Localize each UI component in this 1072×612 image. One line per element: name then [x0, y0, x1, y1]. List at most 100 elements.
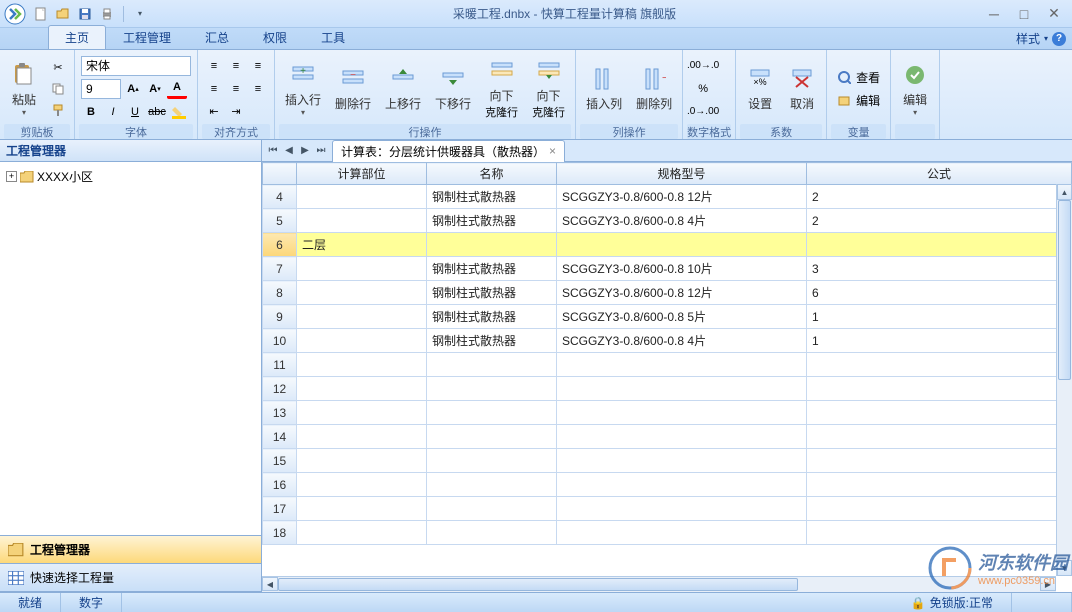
- table-row[interactable]: 13: [263, 401, 1072, 425]
- sheet-tab-active[interactable]: 计算表：分层统计供暖器具（散热器） ×: [332, 140, 565, 162]
- outdent-icon[interactable]: ⇤: [204, 102, 224, 122]
- cell-name[interactable]: [427, 497, 557, 521]
- table-row[interactable]: 18: [263, 521, 1072, 545]
- increase-decimal-icon[interactable]: .0→.00: [689, 102, 717, 122]
- print-icon[interactable]: [98, 5, 116, 23]
- cell-formula[interactable]: 2: [807, 185, 1072, 209]
- save-icon[interactable]: [76, 5, 94, 23]
- table-row[interactable]: 11: [263, 353, 1072, 377]
- vscroll-thumb[interactable]: [1058, 200, 1071, 380]
- row-number[interactable]: 8: [263, 281, 297, 305]
- insert-row-button[interactable]: +插入行▾: [279, 56, 327, 122]
- table-row[interactable]: 6二层: [263, 233, 1072, 257]
- var-view-button[interactable]: 查看: [833, 67, 884, 88]
- new-file-icon[interactable]: [32, 5, 50, 23]
- tab-project-mgmt[interactable]: 工程管理: [106, 25, 188, 49]
- cell-spec[interactable]: [557, 497, 807, 521]
- cell-name[interactable]: [427, 449, 557, 473]
- cell-formula[interactable]: 3: [807, 257, 1072, 281]
- row-number[interactable]: 12: [263, 377, 297, 401]
- cell-spec[interactable]: [557, 377, 807, 401]
- align-middle-icon[interactable]: ≡: [226, 56, 246, 76]
- corner-cell[interactable]: [263, 163, 297, 185]
- cell-name[interactable]: [427, 233, 557, 257]
- sheet-nav-prev-icon[interactable]: ◀: [282, 143, 296, 159]
- percent-icon[interactable]: %: [689, 79, 717, 99]
- format-painter-icon[interactable]: [48, 100, 68, 120]
- move-row-up-button[interactable]: 上移行: [379, 56, 427, 122]
- coef-cancel-button[interactable]: 取消: [782, 56, 822, 122]
- font-color-icon[interactable]: A: [167, 79, 187, 99]
- row-number[interactable]: 18: [263, 521, 297, 545]
- row-number[interactable]: 10: [263, 329, 297, 353]
- row-number[interactable]: 17: [263, 497, 297, 521]
- row-number[interactable]: 4: [263, 185, 297, 209]
- copy-icon[interactable]: [48, 79, 68, 99]
- cell-formula[interactable]: [807, 497, 1072, 521]
- cell-dept[interactable]: [297, 257, 427, 281]
- delete-row-button[interactable]: −删除行: [329, 56, 377, 122]
- col-header-spec[interactable]: 规格型号: [557, 163, 807, 185]
- table-row[interactable]: 15: [263, 449, 1072, 473]
- cell-spec[interactable]: SCGGZY3-0.8/600-0.8 4片: [557, 209, 807, 233]
- table-row[interactable]: 5钢制柱式散热器SCGGZY3-0.8/600-0.8 4片2: [263, 209, 1072, 233]
- cell-spec[interactable]: SCGGZY3-0.8/600-0.8 10片: [557, 257, 807, 281]
- align-center-icon[interactable]: ≡: [226, 79, 246, 99]
- cell-name[interactable]: [427, 473, 557, 497]
- cell-name[interactable]: [427, 521, 557, 545]
- table-row[interactable]: 10钢制柱式散热器SCGGZY3-0.8/600-0.8 4片1: [263, 329, 1072, 353]
- cell-name[interactable]: [427, 425, 557, 449]
- cell-formula[interactable]: [807, 425, 1072, 449]
- bold-icon[interactable]: B: [81, 102, 101, 122]
- insert-col-button[interactable]: 插入列: [580, 56, 628, 122]
- cut-icon[interactable]: ✂: [48, 58, 68, 78]
- cell-formula[interactable]: [807, 377, 1072, 401]
- row-number[interactable]: 13: [263, 401, 297, 425]
- cell-spec[interactable]: [557, 473, 807, 497]
- cell-dept[interactable]: 二层: [297, 233, 427, 257]
- cell-formula[interactable]: 1: [807, 305, 1072, 329]
- align-top-icon[interactable]: ≡: [204, 56, 224, 76]
- cell-spec[interactable]: SCGGZY3-0.8/600-0.8 5片: [557, 305, 807, 329]
- cell-name[interactable]: 钢制柱式散热器: [427, 257, 557, 281]
- cell-dept[interactable]: [297, 209, 427, 233]
- paste-button[interactable]: 粘贴▾: [4, 56, 44, 122]
- clone-row-down-button[interactable]: 向下克隆行: [526, 56, 571, 122]
- indent-icon[interactable]: ⇥: [226, 102, 246, 122]
- cell-spec[interactable]: [557, 449, 807, 473]
- scroll-up-icon[interactable]: ▲: [1057, 184, 1072, 200]
- sheet-nav-next-icon[interactable]: ▶: [298, 143, 312, 159]
- cell-formula[interactable]: [807, 473, 1072, 497]
- cell-name[interactable]: [427, 353, 557, 377]
- cell-name[interactable]: 钢制柱式散热器: [427, 209, 557, 233]
- cell-spec[interactable]: [557, 521, 807, 545]
- help-icon[interactable]: ?: [1052, 32, 1066, 46]
- table-row[interactable]: 16: [263, 473, 1072, 497]
- cell-name[interactable]: 钢制柱式散热器: [427, 305, 557, 329]
- close-tab-icon[interactable]: ×: [549, 144, 556, 158]
- cell-spec[interactable]: [557, 425, 807, 449]
- cell-name[interactable]: [427, 377, 557, 401]
- cell-spec[interactable]: [557, 353, 807, 377]
- minimize-button[interactable]: ─: [980, 5, 1008, 23]
- cell-formula[interactable]: 1: [807, 329, 1072, 353]
- cell-spec[interactable]: [557, 401, 807, 425]
- delete-col-button[interactable]: −删除列: [630, 56, 678, 122]
- vertical-scrollbar[interactable]: ▲ ▼: [1056, 184, 1072, 576]
- cell-name[interactable]: [427, 401, 557, 425]
- qat-dropdown-icon[interactable]: ▾: [131, 5, 149, 23]
- expand-icon[interactable]: +: [6, 171, 17, 182]
- stack-quick-select[interactable]: 快速选择工程量: [0, 564, 261, 592]
- italic-icon[interactable]: I: [103, 102, 123, 122]
- strike-icon[interactable]: abc: [147, 102, 167, 122]
- decrease-decimal-icon[interactable]: .00→.0: [689, 56, 717, 76]
- row-number[interactable]: 9: [263, 305, 297, 329]
- cell-dept[interactable]: [297, 425, 427, 449]
- sheet-nav-first-icon[interactable]: ⏮: [266, 143, 280, 159]
- project-tree[interactable]: + XXXX小区: [0, 162, 261, 535]
- table-row[interactable]: 9 钢制柱式散热器SCGGZY3-0.8/600-0.8 5片1: [263, 305, 1072, 329]
- cell-dept[interactable]: [297, 353, 427, 377]
- align-bottom-icon[interactable]: ≡: [248, 56, 268, 76]
- cell-formula[interactable]: 2: [807, 209, 1072, 233]
- var-edit-button[interactable]: 编辑: [833, 90, 884, 111]
